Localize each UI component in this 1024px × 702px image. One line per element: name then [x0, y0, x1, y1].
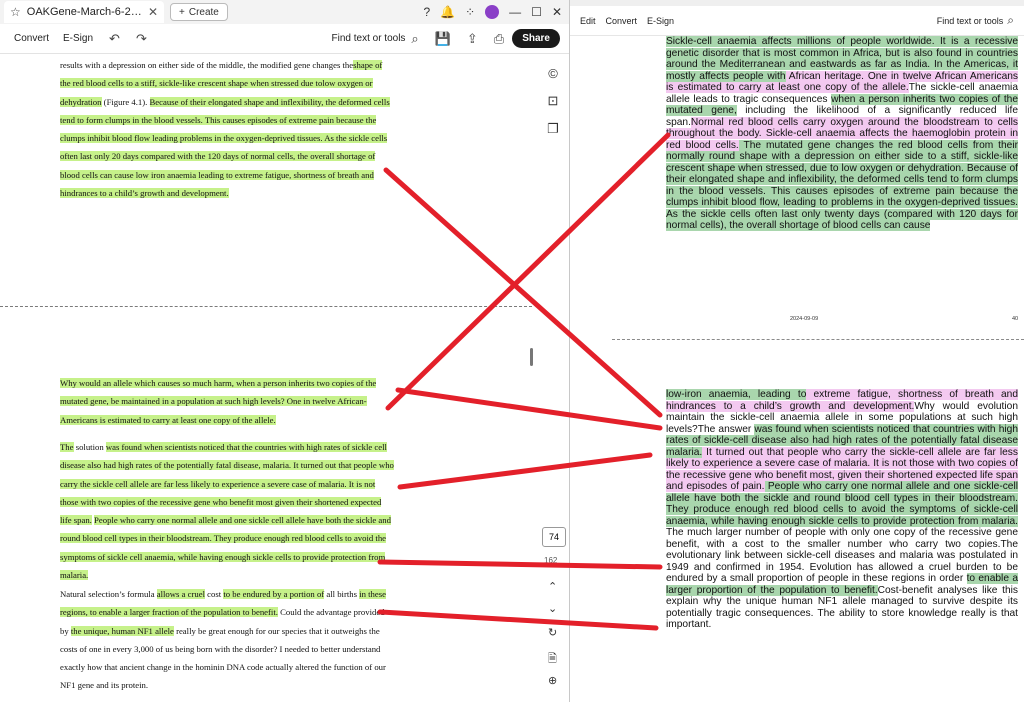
text-segment: The answer: [697, 423, 755, 435]
refresh-icon[interactable]: ↻: [548, 626, 557, 639]
undo-icon[interactable]: ↶: [109, 31, 120, 47]
text-segment: results with a depression on either side…: [60, 60, 354, 70]
right-toolbar: Edit Convert E-Sign Find text or tools ⌕: [570, 6, 1024, 36]
avatar[interactable]: [485, 5, 500, 19]
maximize-icon[interactable]: ☐: [531, 5, 542, 19]
esign-button-right[interactable]: E-Sign: [647, 16, 674, 26]
page-break: [0, 306, 532, 307]
search-icon-right[interactable]: ⌕: [1007, 13, 1014, 28]
text-segment: The much larger number of people with on…: [666, 527, 1018, 550]
bell-icon[interactable]: 🔔: [440, 5, 455, 19]
text-segment: cost: [205, 589, 224, 599]
create-button[interactable]: + Create: [170, 3, 228, 21]
convert-button-right[interactable]: Convert: [606, 16, 638, 26]
text-segment: Why would an allele which causes so much…: [60, 378, 377, 425]
text-segment: to be endured by a portion of: [223, 589, 325, 599]
bookmark-icon[interactable]: ⊡: [548, 93, 559, 109]
page-break-right: [612, 339, 1024, 340]
scrollbar-thumb[interactable]: [530, 348, 533, 366]
document-tab[interactable]: ☆ OAKGene-March-6-202... ✕: [4, 1, 164, 23]
window-close-icon[interactable]: ✕: [552, 5, 562, 19]
left-paragraph-1: Why would an allele which causes so much…: [60, 374, 395, 429]
convert-button[interactable]: Convert: [14, 33, 49, 44]
find-tools-label[interactable]: Find text or tools: [332, 33, 406, 44]
edit-button[interactable]: Edit: [580, 16, 596, 26]
page-number-input[interactable]: 74: [542, 527, 566, 547]
comment-icon[interactable]: ©: [548, 66, 558, 81]
close-icon[interactable]: ✕: [148, 5, 158, 19]
text-segment: Because of their elongated shape and inf…: [60, 96, 390, 199]
left-document-view: results with a depression on either side…: [0, 54, 532, 702]
chevron-down-icon[interactable]: ⌄: [548, 602, 557, 615]
search-icon[interactable]: ⌕: [411, 31, 418, 47]
footer-page-number: 40: [1012, 316, 1019, 322]
share-button[interactable]: Share: [512, 29, 560, 48]
right-document-view: Sickle-cell anaemia affects millions of …: [612, 36, 1024, 702]
left-toolbar: Convert E-Sign ↶ ↷ Find text or tools ⌕ …: [0, 24, 569, 54]
esign-button[interactable]: E-Sign: [63, 33, 93, 44]
browser-tab-bar: ☆ OAKGene-March-6-202... ✕ + Create ? 🔔 …: [0, 0, 569, 24]
find-tools-label-right[interactable]: Find text or tools: [937, 16, 1004, 26]
help-icon[interactable]: ?: [423, 5, 430, 19]
print-icon[interactable]: ⎙: [494, 31, 504, 47]
text-segment: the unique, human NF1 allele: [70, 625, 174, 636]
zoom-in-icon[interactable]: ⊕: [548, 674, 557, 687]
text-segment: (Figure 4.1).: [101, 96, 150, 107]
right-page-b-text: low-iron anaemia, leading to extreme fat…: [666, 389, 1019, 631]
text-segment: People who carry one normal allele and o…: [60, 515, 391, 581]
right-acrobat-window: Edit Convert E-Sign Find text or tools ⌕…: [570, 0, 1024, 702]
plus-icon: +: [179, 6, 185, 18]
left-paragraph-2: The solution was found when scientists n…: [60, 438, 395, 584]
pages-icon[interactable]: ❐: [547, 121, 559, 137]
text-segment: solution: [73, 442, 106, 452]
right-page-a-text: Sickle-cell anaemia affects millions of …: [666, 36, 1018, 232]
text-segment: low-iron anaemia, leading to: [666, 389, 807, 400]
page-total: 162: [544, 556, 558, 565]
left-paragraph-top: results with a depression on either side…: [60, 56, 395, 202]
star-icon[interactable]: ☆: [10, 5, 21, 19]
text-segment: The mutated gene changes the red blood c…: [666, 139, 1018, 231]
left-paragraph-3: Natural selection’s formula allows a cru…: [60, 585, 395, 695]
text-segment: was found when scientists noticed that t…: [60, 442, 394, 526]
document-icon[interactable]: 🗎: [548, 650, 557, 669]
save-icon[interactable]: 💾: [435, 31, 451, 47]
tab-title: OAKGene-March-6-202...: [26, 6, 144, 18]
text-segment: Natural selection’s formula: [60, 589, 157, 599]
window-controls: ? 🔔 ⁘ — ☐ ✕: [423, 5, 569, 19]
chevron-up-icon[interactable]: ⌃: [548, 580, 557, 593]
text-segment: all births: [324, 589, 360, 599]
minimize-icon[interactable]: —: [509, 5, 521, 19]
upload-cloud-icon[interactable]: ⇪: [467, 31, 478, 47]
apps-grid-icon[interactable]: ⁘: [465, 5, 475, 19]
left-acrobat-window: ☆ OAKGene-March-6-202... ✕ + Create ? 🔔 …: [0, 0, 570, 702]
redo-icon[interactable]: ↷: [136, 31, 147, 47]
text-segment: The: [60, 442, 74, 452]
text-segment: allows a cruel: [156, 589, 205, 599]
footer-date: 2024-09-09: [790, 316, 819, 322]
